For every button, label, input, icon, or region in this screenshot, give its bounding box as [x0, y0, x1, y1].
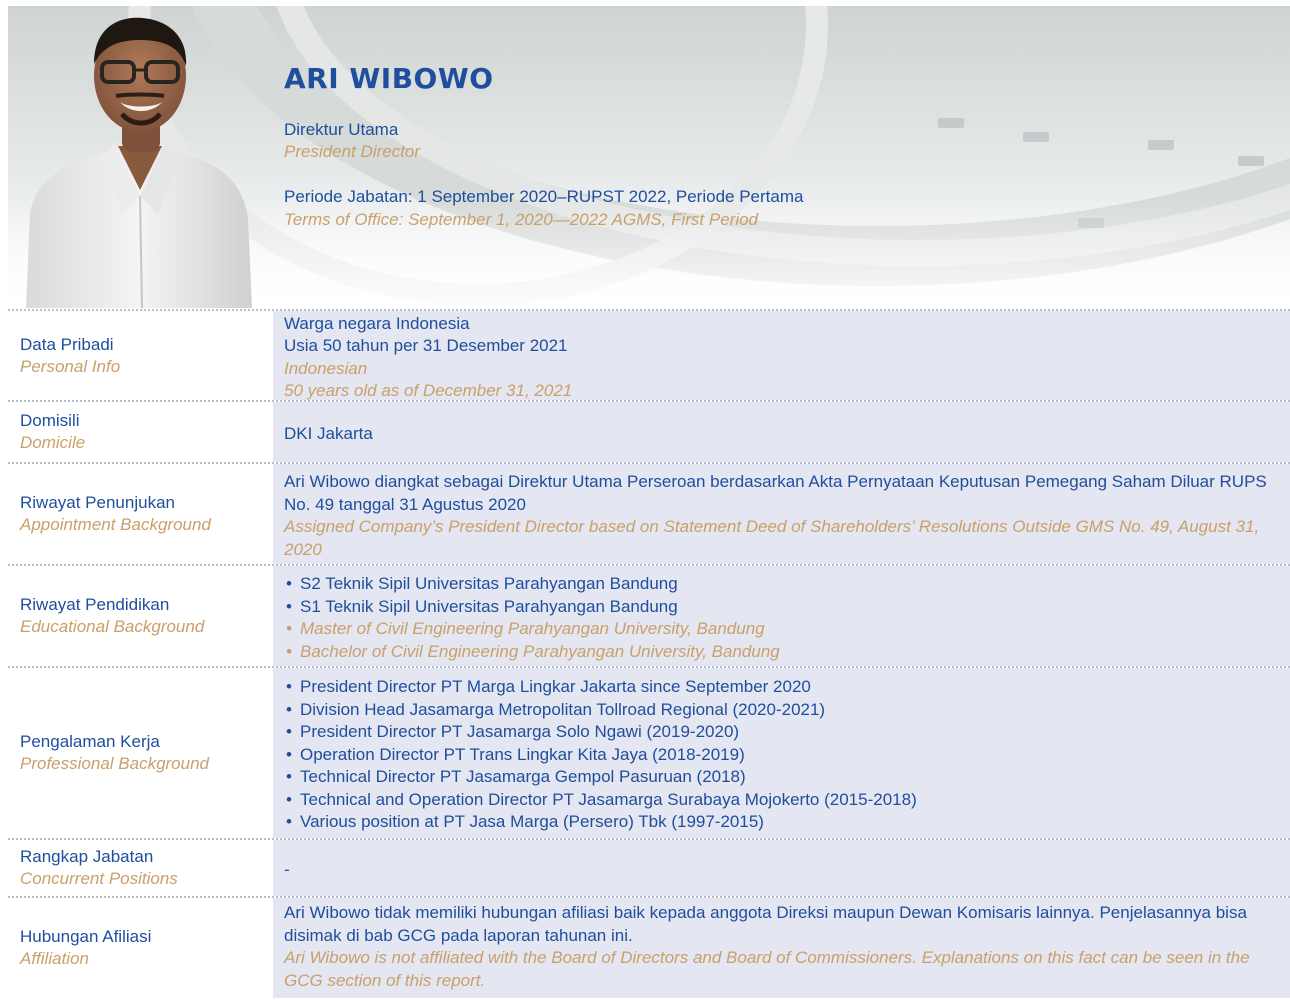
position-en: President Director — [284, 142, 421, 161]
person-name: ARI WIBOWO — [284, 62, 494, 95]
value-line: - — [284, 859, 290, 879]
list-item: Various position at PT Jasa Marga (Perse… — [284, 811, 1284, 834]
list-item-en: Master of Civil Engineering Parahyangan … — [284, 618, 1284, 641]
row-value: Ari Wibowo tidak memiliki hubungan afili… — [273, 898, 1290, 998]
row-value: - — [273, 840, 1290, 896]
row-value: President Director PT Marga Lingkar Jaka… — [273, 668, 1290, 838]
label-en: Appointment Background — [20, 515, 211, 534]
label-id: Rangkap Jabatan — [20, 847, 154, 866]
label-en: Domicile — [20, 433, 86, 452]
professional-list: President Director PT Marga Lingkar Jaka… — [284, 676, 1284, 834]
value-text-en: Ari Wibowo is not affiliated with the Bo… — [284, 948, 1250, 990]
row-label: Hubungan Afiliasi Affiliation — [8, 898, 273, 998]
list-item: President Director PT Marga Lingkar Jaka… — [284, 676, 1284, 699]
row-label: Rangkap Jabatan Concurrent Positions — [8, 840, 273, 896]
value-text: Ari Wibowo tidak memiliki hubungan afili… — [284, 903, 1247, 945]
list-item: President Director PT Jasamarga Solo Nga… — [284, 721, 1284, 744]
row-label: Riwayat Penunjukan Appointment Backgroun… — [8, 464, 273, 564]
label-id: Riwayat Pendidikan — [20, 595, 170, 614]
list-item: S2 Teknik Sipil Universitas Parahyangan … — [284, 573, 1284, 596]
portrait-photo — [26, 17, 252, 308]
row-label: Domisili Domicile — [8, 402, 273, 462]
background-car — [938, 118, 964, 128]
row-professional: Pengalaman Kerja Professional Background… — [8, 668, 1290, 840]
value-line: DKI Jakarta — [284, 423, 373, 443]
row-value: Ari Wibowo diangkat sebagai Direktur Uta… — [273, 464, 1290, 564]
label-id: Data Pribadi — [20, 334, 114, 354]
list-item: Operation Director PT Trans Lingkar Kita… — [284, 744, 1284, 767]
row-label: Riwayat Pendidikan Educational Backgroun… — [8, 566, 273, 666]
background-car — [1023, 132, 1049, 142]
list-item-en: Bachelor of Civil Engineering Parahyanga… — [284, 641, 1284, 664]
position-id: Direktur Utama — [284, 120, 399, 139]
label-en: Concurrent Positions — [20, 869, 178, 888]
background-car — [1148, 140, 1174, 150]
education-list: S2 Teknik Sipil Universitas Parahyangan … — [284, 573, 1284, 663]
label-en: Personal Info — [20, 356, 121, 376]
label-en: Educational Background — [20, 617, 205, 636]
profile-table: Data Pribadi Personal Info Warga negara … — [8, 309, 1290, 998]
value-line-en: Indonesian — [284, 358, 368, 378]
row-appointment: Riwayat Penunjukan Appointment Backgroun… — [8, 464, 1290, 566]
row-label: Data Pribadi Personal Info — [8, 311, 273, 400]
label-id: Hubungan Afiliasi — [20, 927, 152, 946]
row-label: Pengalaman Kerja Professional Background — [8, 668, 273, 838]
label-en: Professional Background — [20, 754, 210, 773]
label-id: Riwayat Penunjukan — [20, 493, 175, 512]
list-item: Division Head Jasamarga Metropolitan Tol… — [284, 699, 1284, 722]
label-en: Affiliation — [20, 949, 89, 968]
value-line-en: 50 years old as of December 31, 2021 — [284, 381, 573, 400]
label-id: Domisili — [20, 411, 80, 430]
label-id: Pengalaman Kerja — [20, 732, 160, 751]
list-item: S1 Teknik Sipil Universitas Parahyangan … — [284, 596, 1284, 619]
list-item: Technical and Operation Director PT Jasa… — [284, 789, 1284, 812]
list-item: Technical Director PT Jasamarga Gempol P… — [284, 766, 1284, 789]
term-id: Periode Jabatan: 1 September 2020–RUPST … — [284, 187, 804, 206]
row-domicile: Domisili Domicile DKI Jakarta — [8, 402, 1290, 464]
value-line: Usia 50 tahun per 31 Desember 2021 — [284, 336, 568, 355]
row-education: Riwayat Pendidikan Educational Backgroun… — [8, 566, 1290, 668]
row-value: Warga negara Indonesia Usia 50 tahun per… — [273, 311, 1290, 400]
term-en: Terms of Office: September 1, 2020—2022 … — [284, 210, 758, 229]
value-line: Warga negara Indonesia — [284, 313, 470, 333]
row-value: DKI Jakarta — [273, 402, 1290, 462]
row-personal-info: Data Pribadi Personal Info Warga negara … — [8, 309, 1290, 402]
row-affiliation: Hubungan Afiliasi Affiliation Ari Wibowo… — [8, 898, 1290, 998]
value-text-en: Assigned Company’s President Director ba… — [284, 517, 1260, 559]
row-concurrent: Rangkap Jabatan Concurrent Positions - — [8, 840, 1290, 898]
row-value: S2 Teknik Sipil Universitas Parahyangan … — [273, 566, 1290, 666]
background-car — [1238, 156, 1264, 166]
value-text: Ari Wibowo diangkat sebagai Direktur Uta… — [284, 472, 1267, 514]
